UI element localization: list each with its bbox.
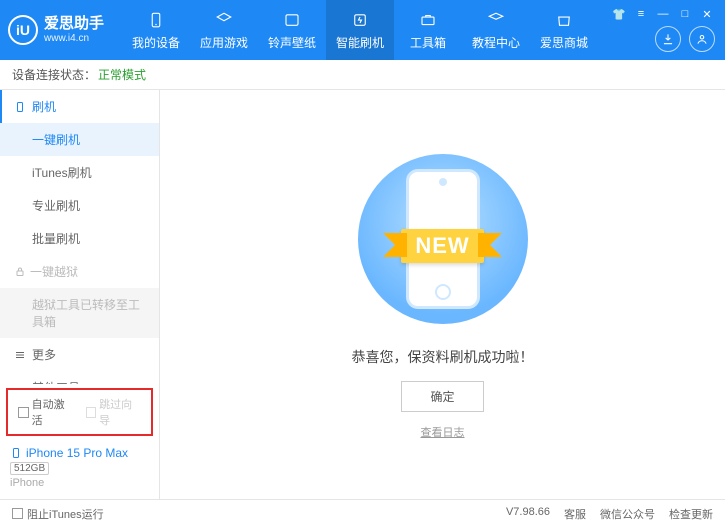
- sidebar-group-jailbreak: 一键越狱: [0, 255, 159, 288]
- sidebar-group-flash[interactable]: 刷机: [0, 90, 159, 123]
- nav-label: 教程中心: [472, 34, 520, 51]
- close-icon[interactable]: ✕: [699, 6, 715, 22]
- device-storage: 512GB: [10, 462, 49, 475]
- main-content: NEW 恭喜您，保资料刷机成功啦！ 确定 查看日志: [160, 90, 725, 499]
- minimize-icon[interactable]: —: [655, 6, 671, 22]
- nav-label: 工具箱: [410, 34, 446, 51]
- nav-smart-flash[interactable]: 智能刷机: [326, 0, 394, 60]
- checkbox-label: 自动激活: [32, 396, 74, 428]
- window-controls: 👕 ≡ — □ ✕: [611, 6, 715, 22]
- flash-icon: [350, 10, 370, 30]
- success-message: 恭喜您，保资料刷机成功啦！: [352, 347, 534, 367]
- sidebar-options-highlight: 自动激活 跳过向导: [6, 388, 153, 436]
- logo-icon: iU: [8, 15, 38, 45]
- nav-label: 智能刷机: [336, 34, 384, 51]
- sidebar-item-pro-flash[interactable]: 专业刷机: [0, 189, 159, 222]
- nav-my-device[interactable]: 我的设备: [122, 0, 190, 60]
- skin-icon[interactable]: 👕: [611, 6, 627, 22]
- footer-link-wechat[interactable]: 微信公众号: [600, 506, 655, 522]
- group-label: 更多: [32, 346, 56, 363]
- checkbox-block-itunes[interactable]: 阻止iTunes运行: [12, 506, 104, 522]
- checkbox-auto-activate[interactable]: 自动激活: [18, 396, 74, 428]
- store-icon: [554, 10, 574, 30]
- app-url: www.i4.cn: [44, 33, 104, 45]
- success-illustration: NEW: [343, 149, 543, 329]
- checkbox-label: 阻止iTunes运行: [27, 506, 104, 522]
- app-name: 爱思助手: [44, 15, 104, 33]
- account-button[interactable]: [689, 26, 715, 52]
- checkbox-icon: [18, 407, 29, 418]
- nav-label: 我的设备: [132, 34, 180, 51]
- apps-icon: [214, 10, 234, 30]
- sidebar-item-batch-flash[interactable]: 批量刷机: [0, 222, 159, 255]
- sidebar-group-more[interactable]: 更多: [0, 338, 159, 371]
- sidebar-item-jailbreak-moved: 越狱工具已转移至工具箱: [0, 288, 159, 338]
- checkbox-skip-guide[interactable]: 跳过向导: [86, 396, 142, 428]
- nav-label: 爱思商城: [540, 34, 588, 51]
- group-label: 一键越狱: [30, 263, 78, 280]
- device-type: iPhone: [10, 477, 149, 489]
- sidebar-item-itunes-flash[interactable]: iTunes刷机: [0, 156, 159, 189]
- nav-store[interactable]: 爱思商城: [530, 0, 598, 60]
- nav-apps-games[interactable]: 应用游戏: [190, 0, 258, 60]
- sidebar-item-other-tools[interactable]: 其他工具: [0, 371, 159, 384]
- download-button[interactable]: [655, 26, 681, 52]
- phone-icon: [14, 101, 26, 113]
- app-header: iU 爱思助手 www.i4.cn 我的设备 应用游戏 铃声壁纸 智能刷机 工具…: [0, 0, 725, 60]
- phone-icon: [146, 10, 166, 30]
- phone-icon: [10, 447, 22, 459]
- footer-link-update[interactable]: 检查更新: [669, 506, 713, 522]
- tutorial-icon: [486, 10, 506, 30]
- sidebar-item-oneclick-flash[interactable]: 一键刷机: [0, 123, 159, 156]
- checkbox-icon: [86, 407, 97, 418]
- top-nav: 我的设备 应用游戏 铃声壁纸 智能刷机 工具箱 教程中心 爱思商城: [122, 0, 598, 60]
- version-label: V7.98.66: [506, 506, 550, 522]
- menu-icon: [14, 349, 26, 361]
- nav-tutorials[interactable]: 教程中心: [462, 0, 530, 60]
- status-value: 正常模式: [98, 66, 146, 83]
- nav-toolbox[interactable]: 工具箱: [394, 0, 462, 60]
- lock-icon: [14, 266, 26, 278]
- maximize-icon[interactable]: □: [677, 6, 693, 22]
- device-info: iPhone 15 Pro Max 512GB iPhone: [0, 440, 159, 499]
- status-label: 设备连接状态：: [12, 66, 96, 83]
- device-name[interactable]: iPhone 15 Pro Max: [10, 446, 149, 460]
- new-ribbon: NEW: [401, 229, 483, 263]
- footer: 阻止iTunes运行 V7.98.66 客服 微信公众号 检查更新: [0, 499, 725, 527]
- sidebar: 刷机 一键刷机 iTunes刷机 专业刷机 批量刷机 一键越狱 越狱工具已转移至…: [0, 90, 160, 499]
- footer-link-support[interactable]: 客服: [564, 506, 586, 522]
- confirm-button[interactable]: 确定: [401, 381, 483, 412]
- nav-label: 应用游戏: [200, 34, 248, 51]
- group-label: 刷机: [32, 98, 56, 115]
- toolbox-icon: [418, 10, 438, 30]
- menu-icon[interactable]: ≡: [633, 6, 649, 22]
- view-log-link[interactable]: 查看日志: [421, 424, 465, 440]
- checkbox-icon: [12, 508, 23, 519]
- image-icon: [282, 10, 302, 30]
- nav-ringtones-wallpapers[interactable]: 铃声壁纸: [258, 0, 326, 60]
- checkbox-label: 跳过向导: [99, 396, 141, 428]
- nav-label: 铃声壁纸: [268, 34, 316, 51]
- status-bar: 设备连接状态： 正常模式: [0, 60, 725, 90]
- logo: iU 爱思助手 www.i4.cn: [8, 15, 104, 45]
